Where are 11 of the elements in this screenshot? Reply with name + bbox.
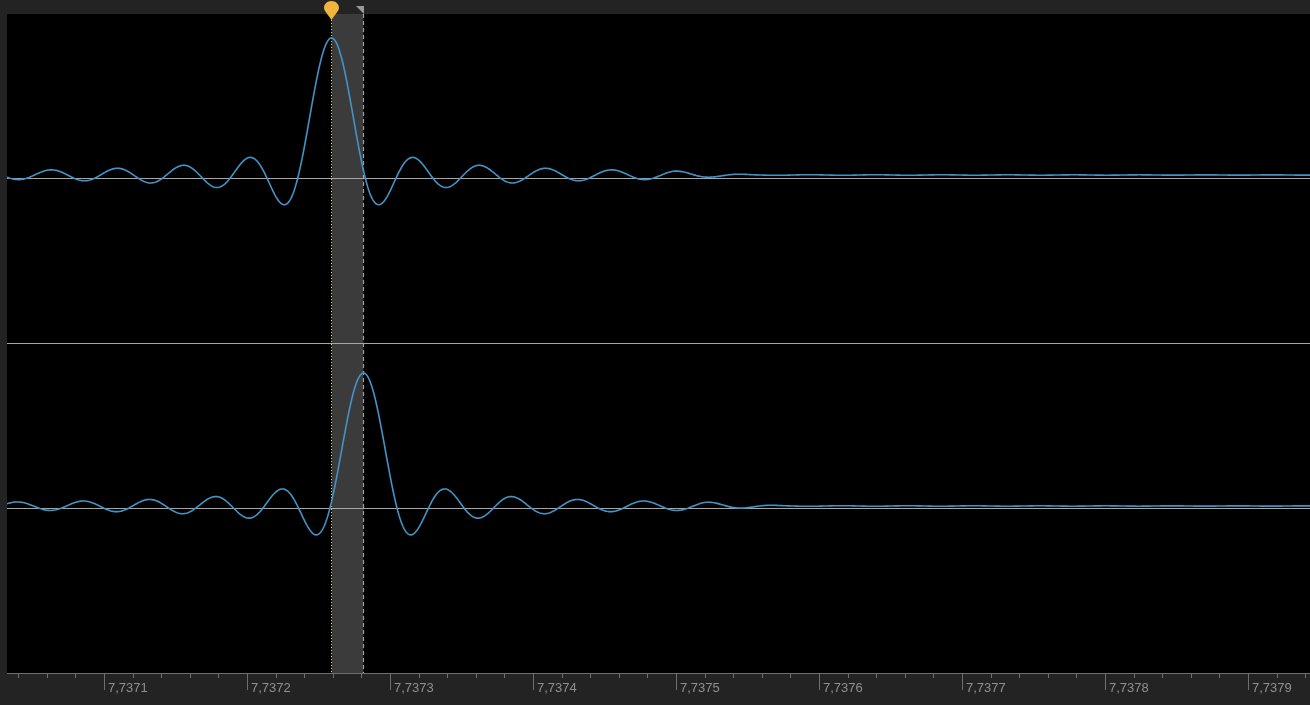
ruler-label: 7,7378 (1109, 680, 1149, 695)
ruler-label: 7,7377 (966, 680, 1006, 695)
ruler-label: 7,7371 (108, 680, 148, 695)
ruler-label: 7,7376 (823, 680, 863, 695)
selection-end-handle-icon[interactable] (356, 6, 364, 14)
ruler-label: 7,7373 (394, 680, 434, 695)
playhead-pin-icon[interactable] (324, 1, 339, 20)
ruler-label: 7,7374 (537, 680, 577, 695)
ruler-label: 7,7379 (1252, 680, 1292, 695)
ruler-label: 7,7375 (680, 680, 720, 695)
ruler-label: 7,7372 (251, 680, 291, 695)
